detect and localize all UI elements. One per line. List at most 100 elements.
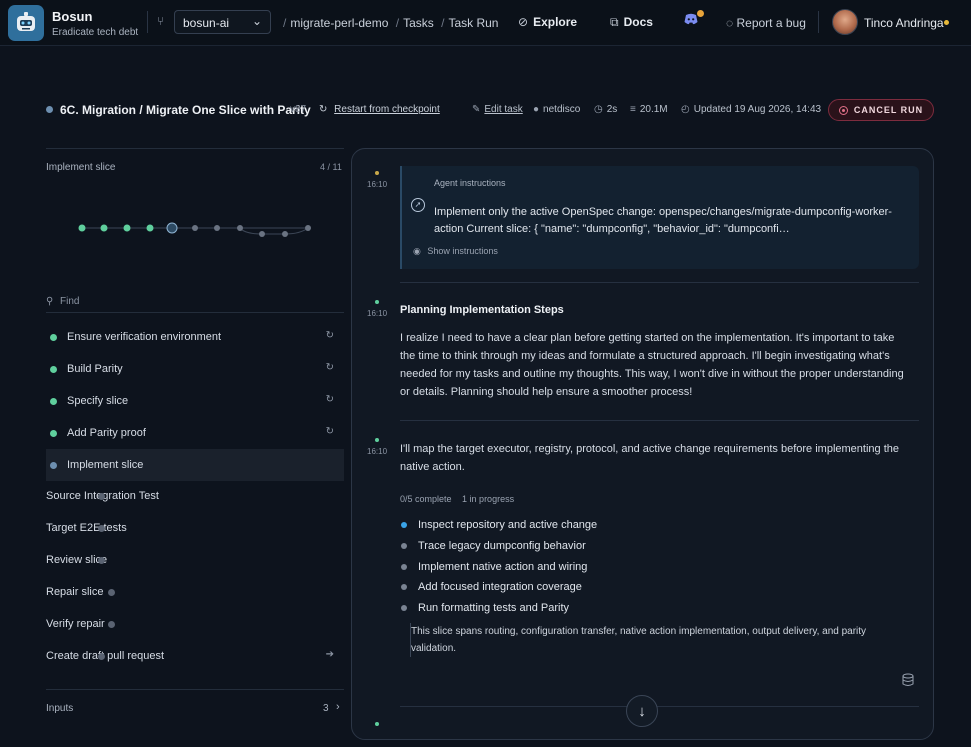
avatar[interactable]: [832, 9, 858, 35]
graph-node[interactable]: [78, 224, 86, 232]
sidebar-step[interactable]: Create draft pull request ➔: [46, 640, 344, 672]
step-pending-dot: [98, 556, 105, 564]
todo-label: Run formatting tests and Parity: [418, 602, 570, 614]
report-bug-link[interactable]: ◌ Report a bug: [726, 16, 806, 30]
graph-node[interactable]: [214, 225, 220, 231]
discord-icon[interactable]: [684, 13, 698, 28]
event-time: 16:10: [367, 180, 388, 189]
sidebar-step[interactable]: Specify slice ↻: [46, 385, 344, 417]
nav-explore-label: Explore: [533, 15, 578, 29]
cancel-label: CANCEL RUN: [853, 105, 924, 115]
eye-icon: ◉: [413, 246, 421, 256]
graph-node[interactable]: [100, 224, 108, 232]
graph-node-current[interactable]: [166, 222, 178, 234]
event-dot: [375, 438, 379, 442]
sidebar-step[interactable]: Add Parity proof ↻: [46, 417, 344, 449]
divider: [400, 706, 919, 707]
rerun-icon[interactable]: ↻: [326, 426, 334, 437]
updated-meta: ◴ Updated 19 Aug 2026, 14:43: [681, 104, 821, 115]
sidebar-substep[interactable]: Repair slice: [46, 576, 344, 608]
discord-icon-svg: [684, 13, 698, 25]
graph-node[interactable]: [282, 231, 288, 237]
rerun-icon[interactable]: ↻: [326, 362, 334, 373]
show-instructions-button[interactable]: ◉ Show instructions: [413, 246, 498, 257]
breadcrumb-tasks[interactable]: Tasks: [403, 16, 434, 30]
step-current-dot: [50, 461, 57, 469]
cancel-run-button[interactable]: CANCEL RUN: [828, 99, 934, 121]
event-dot: [375, 722, 379, 726]
pending-dot: [401, 605, 407, 611]
updated-value: Updated 19 Aug 2026, 14:43: [693, 104, 822, 115]
database-icon: ≡: [630, 104, 636, 115]
todo-label: Add focused integration coverage: [418, 581, 582, 593]
rerun-icon[interactable]: ↻: [326, 330, 334, 341]
chevron-right-icon[interactable]: ›: [336, 701, 340, 713]
sidebar-step[interactable]: Review slice: [46, 544, 344, 576]
scroll-to-bottom-button[interactable]: ↓: [626, 695, 658, 727]
graph-node[interactable]: [237, 225, 243, 231]
divider: [818, 11, 819, 33]
divider: [400, 420, 919, 421]
inputs-label[interactable]: Inputs: [46, 703, 73, 714]
mapping-body: I'll map the target executor, registry, …: [400, 443, 899, 473]
edit-task-link[interactable]: ✎ Edit task: [472, 104, 523, 115]
database-icon[interactable]: [902, 673, 914, 690]
robot-icon: [17, 12, 35, 31]
bosun-logo[interactable]: [8, 5, 44, 41]
nav-explore[interactable]: ⊘ Explore: [518, 15, 577, 29]
instructions-title: Agent instructions: [434, 178, 506, 188]
sidebar-step[interactable]: Build Parity ↻: [46, 353, 344, 385]
todo-item: Implement native action and wiring: [400, 561, 587, 573]
chevron-down-icon: ⌄: [251, 14, 262, 28]
rerun-icon[interactable]: ↻: [326, 394, 334, 405]
arrow-right-circle-icon[interactable]: ➔: [326, 649, 334, 660]
graph-node[interactable]: [259, 231, 265, 237]
step-done-dot: [50, 333, 57, 341]
brand: Bosun Eradicate tech debt: [52, 9, 138, 38]
graph-node[interactable]: [192, 225, 198, 231]
planning-body: I realize I need to have a clear plan be…: [400, 332, 904, 398]
arrow-down-icon: ↓: [638, 702, 646, 720]
step-label: Target E2E tests: [46, 522, 127, 534]
branch-icon: ⑂: [157, 14, 165, 28]
note-text: This slice spans routing, configuration …: [411, 626, 867, 654]
agent-instructions-card: Agent instructions ➚ Implement only the …: [400, 166, 919, 269]
breadcrumb-project[interactable]: migrate-perl-demo: [290, 16, 388, 30]
step-done-dot: [50, 429, 57, 437]
step-graph: [78, 222, 311, 237]
sidebar-step[interactable]: Source Integration Test: [46, 480, 344, 512]
divider: [46, 148, 344, 149]
divider: [400, 282, 919, 283]
restart-checkpoint-link[interactable]: ↻ Restart from checkpoint: [319, 104, 440, 115]
chat-icon: ◌: [726, 16, 734, 30]
refresh-icon: ↻: [319, 104, 328, 115]
pending-dot: [401, 584, 407, 590]
step-pending-dot: [108, 620, 115, 628]
external-link-icon: ⧉: [610, 15, 619, 29]
step-done-dot: [50, 397, 57, 405]
repo-select[interactable]: bosun-ai ⌄: [174, 10, 271, 34]
duration-value: 2s: [606, 104, 618, 115]
graph-node[interactable]: [123, 224, 131, 232]
restart-label: Restart from checkpoint: [334, 104, 440, 115]
step-pending-dot: [108, 588, 115, 596]
nav-docs[interactable]: ⧉ Docs: [610, 15, 653, 30]
size-value: 20.1M: [639, 104, 668, 115]
step-count: 4 / 11: [320, 162, 342, 172]
sidebar-step-active[interactable]: Implement slice: [46, 449, 344, 481]
repo-meta[interactable]: ● netdisco: [533, 104, 580, 115]
in-progress-dot: [401, 522, 407, 528]
top-bar: Bosun Eradicate tech debt ⑂ bosun-ai ⌄ /…: [0, 0, 971, 46]
todo-item: Inspect repository and active change: [400, 519, 597, 531]
sidebar-step[interactable]: Ensure verification environment ↻: [46, 321, 344, 353]
graph-node[interactable]: [146, 224, 154, 232]
sidebar-step[interactable]: Target E2E tests: [46, 512, 344, 544]
compass-icon: ➚: [411, 198, 425, 212]
step-label: Specify slice: [67, 395, 129, 407]
graph-node[interactable]: [305, 225, 311, 231]
todo-label: Trace legacy dumpconfig behavior: [418, 540, 586, 552]
user-name[interactable]: Tinco Andringa: [864, 16, 944, 30]
find-input[interactable]: [60, 293, 340, 309]
sidebar-substep[interactable]: Verify repair: [46, 608, 344, 640]
compass-icon: ⊘: [518, 15, 529, 29]
